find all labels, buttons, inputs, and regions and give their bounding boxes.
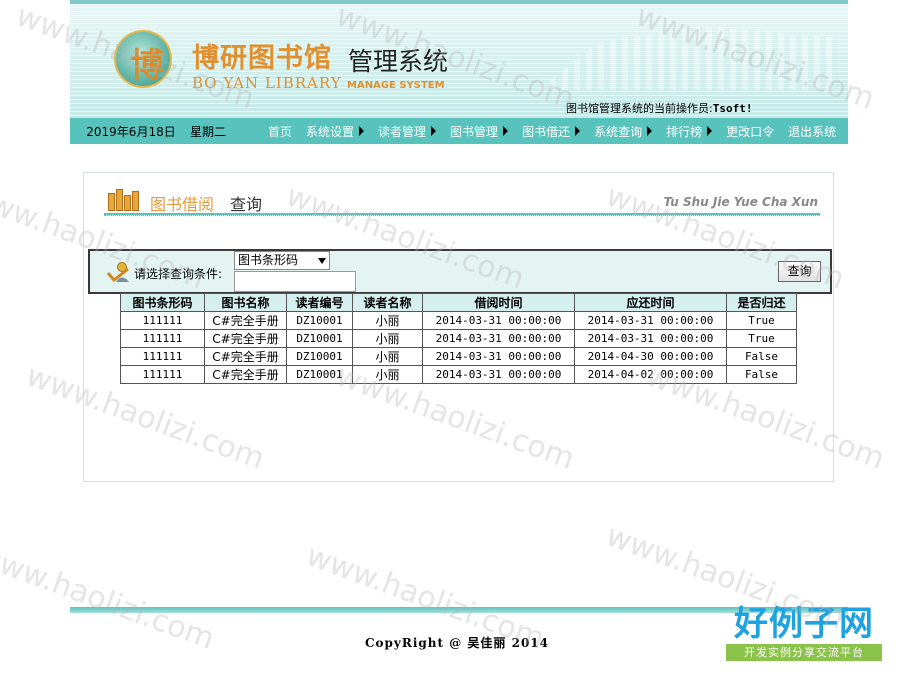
- column-header: 应还时间: [574, 293, 727, 312]
- title-chinese: 博研图书馆: [192, 43, 332, 74]
- table-cell: C#完全手册: [204, 329, 287, 348]
- table-cell: 2014-03-31 00:00:00: [422, 311, 575, 330]
- nav-item-label: 读者管理: [378, 124, 427, 139]
- nav-bar: 2019年6月18日 星期二 首页 系统设置 读者管理 图书管理 图书借还 系统查询 排行榜…: [70, 118, 848, 144]
- caret-right-icon: [359, 126, 365, 136]
- caret-right-icon: [503, 126, 509, 136]
- title-english: BO YAN LIBRARY: [192, 74, 342, 92]
- nav-item-label: 图书管理: [450, 124, 499, 139]
- current-operator: 图书馆管理系统的当前操作员:Tsoft!: [566, 100, 752, 116]
- nav-item-7[interactable]: 更改口令: [720, 123, 782, 140]
- table-cell: C#完全手册: [204, 347, 287, 366]
- column-header: 读者名称: [352, 293, 423, 312]
- table-cell: C#完全手册: [204, 365, 287, 384]
- brand-badge: 好例子网 开发实例分享交流平台: [726, 604, 882, 666]
- nav-item-0[interactable]: 首页: [262, 123, 300, 140]
- nav-item-label: 排行榜: [666, 124, 703, 139]
- section-title-english: Tu Shu Jie Yue Cha Xun: [663, 195, 818, 209]
- content-panel: 图书借阅 查询 Tu Shu Jie Yue Cha Xun 请选择查询条件: …: [83, 172, 834, 482]
- column-header: 是否归还: [726, 293, 797, 312]
- query-keyword-input[interactable]: [234, 271, 356, 292]
- table-row: 111111 C#完全手册 DZ10001 小丽 2014-03-31 00:00:00…: [120, 311, 797, 330]
- column-header: 读者编号: [286, 293, 353, 312]
- table-cell: 小丽: [352, 347, 423, 366]
- table-cell: DZ10001: [286, 311, 353, 330]
- nav-item-label: 更改口令: [726, 124, 775, 139]
- table-cell: 2014-03-31 00:00:00: [422, 365, 575, 384]
- nav-item-8[interactable]: 退出系统: [782, 123, 844, 140]
- query-bar: 请选择查询条件: 图书条形码 查询: [88, 249, 832, 294]
- title-chinese-system: 管理系统: [348, 47, 449, 76]
- table-body: 111111 C#完全手册 DZ10001 小丽 2014-03-31 00:00:00…: [120, 311, 797, 384]
- books-icon: [106, 189, 144, 211]
- title-english-system: MANAGE SYSTEM: [347, 80, 445, 91]
- table-cell: 111111: [120, 347, 205, 366]
- table-cell: 2014-03-31 00:00:00: [574, 329, 727, 348]
- table-cell: False: [726, 347, 797, 366]
- operator-name: Tsoft!: [712, 102, 753, 115]
- table-cell: 小丽: [352, 365, 423, 384]
- table-cell: 2014-04-02 00:00:00: [574, 365, 727, 384]
- table-cell: True: [726, 311, 797, 330]
- table-cell: C#完全手册: [204, 311, 287, 330]
- table-cell: DZ10001: [286, 365, 353, 384]
- table-row: 111111 C#完全手册 DZ10001 小丽 2014-03-31 00:00:00…: [120, 365, 797, 384]
- caret-right-icon: [707, 126, 713, 136]
- logo-glyph: 博: [130, 46, 164, 86]
- checkmark-person-icon: [106, 262, 129, 283]
- nav-item-label: 系统查询: [594, 124, 643, 139]
- query-condition-label: 请选择查询条件:: [134, 267, 223, 281]
- nav-item-5[interactable]: 系统查询: [588, 123, 660, 140]
- page-container: 博 博研图书馆 管理系统 BO YAN LIBRARY MANAGE SYSTE…: [70, 0, 848, 144]
- chevron-down-icon: [318, 258, 326, 264]
- section-title-rest: 查询: [230, 195, 263, 214]
- caret-right-icon: [575, 126, 581, 136]
- nav-item-label: 系统设置: [306, 124, 355, 139]
- caret-right-icon: [647, 126, 653, 136]
- header-banner: 博 博研图书馆 管理系统 BO YAN LIBRARY MANAGE SYSTE…: [70, 0, 848, 118]
- table-cell: 2014-03-31 00:00:00: [422, 347, 575, 366]
- operator-label: 图书馆管理系统的当前操作员:: [566, 102, 713, 115]
- nav-item-label: 图书借还: [522, 124, 571, 139]
- nav-item-3[interactable]: 图书管理: [444, 123, 516, 140]
- section-divider: [104, 213, 820, 216]
- column-header: 借阅时间: [422, 293, 575, 312]
- brand-name: 好例子网: [734, 604, 874, 644]
- table-cell: DZ10001: [286, 329, 353, 348]
- table-cell: 小丽: [352, 311, 423, 330]
- query-condition-select[interactable]: 图书条形码: [234, 251, 330, 270]
- column-header: 图书条形码: [120, 293, 205, 312]
- table-cell: DZ10001: [286, 347, 353, 366]
- brand-tagline: 开发实例分享交流平台: [726, 644, 882, 661]
- table-row: 111111 C#完全手册 DZ10001 小丽 2014-03-31 00:00:00…: [120, 329, 797, 348]
- table-cell: 111111: [120, 365, 205, 384]
- table-cell: 2014-03-31 00:00:00: [574, 311, 727, 330]
- nav-item-6[interactable]: 排行榜: [660, 123, 720, 140]
- nav-item-1[interactable]: 系统设置: [300, 123, 372, 140]
- caret-right-icon: [431, 126, 437, 136]
- column-header: 图书名称: [204, 293, 287, 312]
- table-cell: True: [726, 329, 797, 348]
- table-header-row: 图书条形码 图书名称 读者编号 读者名称 借阅时间 应还时间 是否归还: [120, 293, 797, 312]
- select-value: 图书条形码: [238, 253, 299, 267]
- nav-weekday: 星期二: [190, 124, 227, 139]
- table-cell: 2014-03-31 00:00:00: [422, 329, 575, 348]
- nav-date: 2019年6月18日: [86, 124, 176, 139]
- nav-item-label: 首页: [268, 124, 293, 139]
- table-cell: 111111: [120, 311, 205, 330]
- table-cell: False: [726, 365, 797, 384]
- table-cell: 2014-04-30 00:00:00: [574, 347, 727, 366]
- nav-item-2[interactable]: 读者管理: [372, 123, 444, 140]
- nav-menu: 首页 系统设置 读者管理 图书管理 图书借还 系统查询 排行榜 更改口令 退出系统: [262, 123, 844, 140]
- section-header: 图书借阅 查询 Tu Shu Jie Yue Cha Xun: [104, 187, 820, 216]
- nav-item-4[interactable]: 图书借还: [516, 123, 588, 140]
- nav-item-label: 退出系统: [788, 124, 837, 139]
- table-row: 111111 C#完全手册 DZ10001 小丽 2014-03-31 00:00:00…: [120, 347, 797, 366]
- query-button[interactable]: 查询: [778, 261, 821, 282]
- table-cell: 111111: [120, 329, 205, 348]
- section-title-highlight: 图书借阅: [150, 195, 215, 214]
- table-cell: 小丽: [352, 329, 423, 348]
- borrow-table: 图书条形码 图书名称 读者编号 读者名称 借阅时间 应还时间 是否归还 111111 C#完全…: [120, 293, 797, 384]
